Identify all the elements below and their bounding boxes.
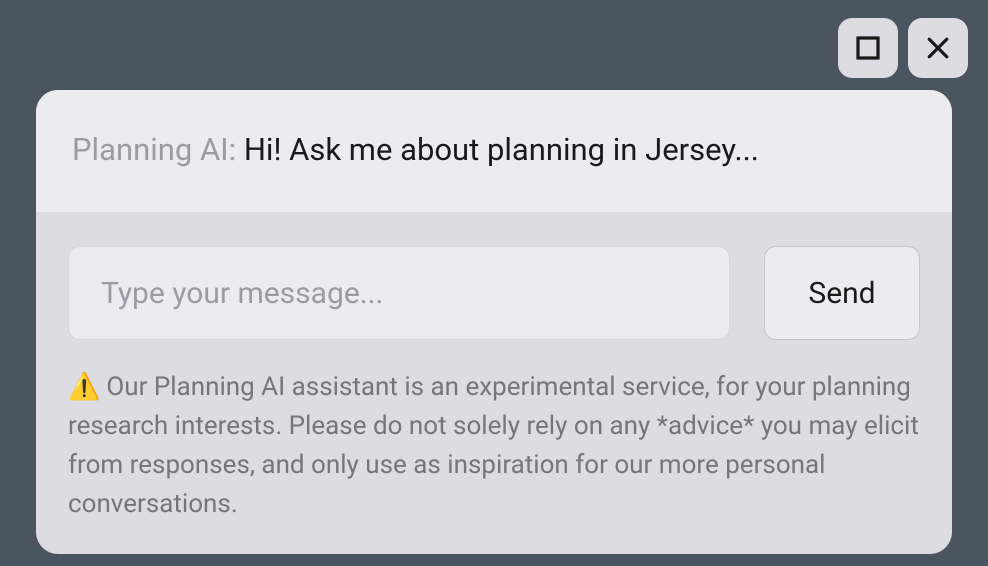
warning-icon: ⚠️: [68, 372, 100, 402]
disclaimer-text: ⚠️Our Planning AI assistant is an experi…: [68, 368, 920, 524]
send-button[interactable]: Send: [764, 246, 920, 340]
chat-body: Send ⚠️Our Planning AI assistant is an e…: [36, 212, 952, 554]
window-controls: [838, 18, 968, 78]
chat-panel: Planning AI: Hi! Ask me about planning i…: [36, 90, 952, 554]
close-icon: [923, 33, 953, 63]
chat-header-greeting: Hi! Ask me about planning in Jersey...: [244, 131, 759, 168]
input-row: Send: [68, 246, 920, 340]
maximize-button[interactable]: [838, 18, 898, 78]
close-button[interactable]: [908, 18, 968, 78]
maximize-icon: [853, 33, 883, 63]
chat-header: Planning AI: Hi! Ask me about planning i…: [36, 90, 952, 212]
chat-header-label: Planning AI:: [72, 131, 244, 168]
disclaimer-body: Our Planning AI assistant is an experime…: [68, 372, 919, 519]
message-input[interactable]: [68, 246, 730, 340]
